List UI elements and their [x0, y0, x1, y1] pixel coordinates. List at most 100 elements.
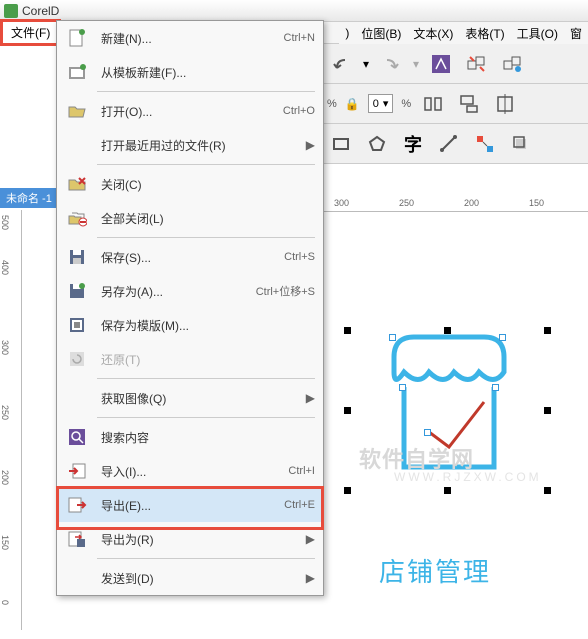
menu-shortcut: Ctrl+E — [284, 499, 315, 511]
menu-shortcut: Ctrl+I — [288, 465, 315, 477]
submenu-arrow-icon: ▶ — [306, 391, 315, 405]
menu-shortcut: Ctrl+O — [283, 105, 315, 117]
selection-handle[interactable] — [444, 487, 451, 494]
menu-item-template[interactable]: 从模板新建(F)... — [57, 55, 323, 89]
app-logo-icon — [4, 4, 18, 18]
menu-item-label: 打开(O)... — [97, 103, 283, 120]
menu-item-label: 搜索内容 — [97, 429, 315, 446]
saveas-icon — [57, 281, 97, 301]
menu-item-label: 获取图像(Q) — [97, 390, 300, 407]
purple-tool-icon[interactable] — [427, 50, 455, 78]
menu-item-save[interactable]: 保存(S)...Ctrl+S — [57, 240, 323, 274]
savetpl-icon — [57, 315, 97, 335]
menu-shortcut: Ctrl+位移+S — [256, 283, 315, 299]
menu-item-label: 全部关闭(L) — [97, 210, 315, 227]
zoom-dropdown[interactable]: 0▾ — [368, 94, 394, 113]
node-handle[interactable] — [499, 334, 506, 341]
undo-button[interactable] — [327, 50, 355, 78]
menu-text[interactable]: 文本(X) — [407, 23, 459, 44]
exportas-icon — [57, 529, 97, 549]
node-handle[interactable] — [424, 429, 431, 436]
selection-handle[interactable] — [344, 327, 351, 334]
menu-file[interactable]: 文件(F) — [0, 19, 61, 46]
canvas-caption[interactable]: 店铺管理 — [379, 552, 491, 589]
menu-item-label: 打开最近用过的文件(R) — [97, 137, 300, 154]
menu-item-label: 发送到(D) — [97, 570, 300, 587]
template-icon — [57, 62, 97, 82]
menu-item-exportas[interactable]: 导出为(R)▶ — [57, 522, 323, 556]
menu-window[interactable]: 窗 — [564, 23, 588, 44]
menu-item-close[interactable]: 关闭(C) — [57, 167, 323, 201]
swap-blue-icon[interactable] — [499, 50, 527, 78]
redo-button[interactable] — [377, 50, 405, 78]
selection-handle[interactable] — [444, 327, 451, 334]
shadow-tool-icon[interactable] — [507, 130, 535, 158]
percent-label-2: % — [401, 98, 411, 110]
align-tool-1-icon[interactable] — [419, 90, 447, 118]
shop-graphic-icon[interactable] — [374, 332, 524, 482]
menu-item-label: 新建(N)... — [97, 30, 284, 47]
undo-dropdown-icon[interactable]: ▾ — [363, 57, 369, 71]
align-tool-2-icon[interactable] — [455, 90, 483, 118]
rect-tool-icon[interactable] — [327, 130, 355, 158]
menu-item-label: 还原(T) — [97, 351, 315, 368]
import-icon — [57, 461, 97, 481]
redo-dropdown-icon: ▾ — [413, 57, 419, 71]
selection-handle[interactable] — [544, 407, 551, 414]
export-icon — [57, 495, 97, 515]
text-tool-icon[interactable]: 字 — [399, 130, 427, 158]
submenu-arrow-icon: ▶ — [306, 138, 315, 152]
dimension-tool-icon[interactable] — [435, 130, 463, 158]
selection-handle[interactable] — [544, 327, 551, 334]
swap-red-icon[interactable] — [463, 50, 491, 78]
new-icon — [57, 28, 97, 48]
selection-handle[interactable] — [344, 487, 351, 494]
closeall-icon — [57, 208, 97, 228]
open-icon — [57, 101, 97, 121]
menu-item-label: 保存为模版(M)... — [97, 317, 315, 334]
menu-item-savetpl[interactable]: 保存为模版(M)... — [57, 308, 323, 342]
polygon-tool-icon[interactable] — [363, 130, 391, 158]
app-title: CorelD — [22, 4, 59, 18]
menu-file-label: 文件(F) — [11, 24, 50, 41]
menu-item-label: 导出为(R) — [97, 531, 300, 548]
menu-item-revert[interactable]: 还原(T) — [57, 342, 323, 376]
menu-bitmap[interactable]: 位图(B) — [355, 23, 407, 44]
menu-item-open[interactable]: 打开(O)...Ctrl+O — [57, 94, 323, 128]
lock-icon[interactable]: 🔒 — [345, 97, 360, 111]
menu-item-search[interactable]: 搜索内容 — [57, 420, 323, 454]
menu-table[interactable]: 表格(T) — [459, 23, 510, 44]
menu-item-label: 关闭(C) — [97, 176, 315, 193]
submenu-arrow-icon: ▶ — [306, 571, 315, 585]
revert-icon — [57, 349, 97, 369]
selection-handle[interactable] — [544, 487, 551, 494]
connector-tool-icon[interactable] — [471, 130, 499, 158]
save-icon — [57, 247, 97, 267]
menu-item-label: 导入(I)... — [97, 463, 288, 480]
percent-label-1: % — [327, 98, 337, 110]
menu-item-label: 导出(E)... — [97, 497, 284, 514]
menu-item-import[interactable]: 导入(I)...Ctrl+I — [57, 454, 323, 488]
node-handle[interactable] — [492, 384, 499, 391]
file-dropdown-menu: 新建(N)...Ctrl+N从模板新建(F)...打开(O)...Ctrl+O打… — [56, 20, 324, 596]
search-icon — [57, 427, 97, 447]
selection-handle[interactable] — [344, 407, 351, 414]
menu-item-closeall[interactable]: 全部关闭(L) — [57, 201, 323, 235]
menu-item-saveas[interactable]: 另存为(A)...Ctrl+位移+S — [57, 274, 323, 308]
menu-item-export[interactable]: 导出(E)...Ctrl+E — [57, 488, 323, 522]
menu-item-new[interactable]: 新建(N)...Ctrl+N — [57, 21, 323, 55]
menu-fragment[interactable]: ) — [339, 24, 355, 42]
menu-item-label: 另存为(A)... — [97, 283, 256, 300]
document-tab[interactable]: 未命名 -1 — [0, 188, 58, 208]
menu-shortcut: Ctrl+N — [284, 32, 315, 44]
menu-item-label: 从模板新建(F)... — [97, 64, 315, 81]
node-handle[interactable] — [389, 334, 396, 341]
node-handle[interactable] — [399, 384, 406, 391]
menu-item-21[interactable]: 发送到(D) ▶ — [57, 561, 323, 595]
menu-tools[interactable]: 工具(O) — [511, 23, 564, 44]
menu-item-4[interactable]: 打开最近用过的文件(R) ▶ — [57, 128, 323, 162]
ruler-horizontal: 300 250 200 150 — [324, 196, 588, 212]
menu-item-14[interactable]: 获取图像(Q) ▶ — [57, 381, 323, 415]
canvas[interactable]: 软件自学网 WWW.RJZXW.COM 店铺管理 — [324, 212, 588, 632]
align-tool-3-icon[interactable] — [491, 90, 519, 118]
